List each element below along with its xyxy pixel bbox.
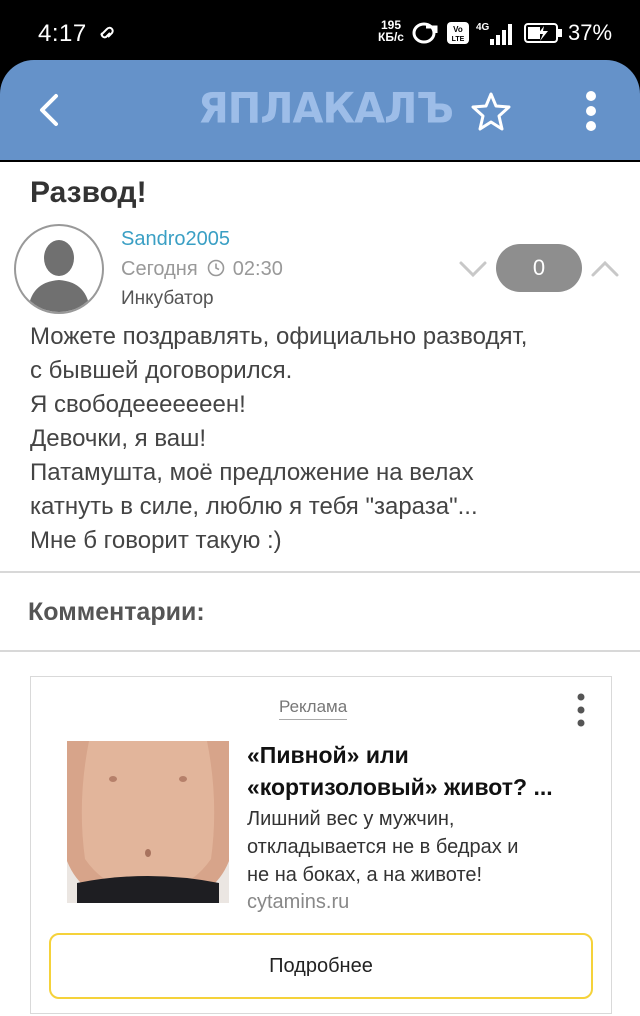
post-time: 02:30	[232, 258, 283, 280]
ad-headline-line: «кортизоловый» живот? ...	[247, 774, 553, 800]
ad-text-line: Лишний вес у мужчин,	[247, 808, 455, 830]
ad-belly-image	[67, 741, 229, 903]
post-line: с бывшей договорился.	[30, 357, 293, 384]
site-logo: ЯПЛАКАЛЪ	[198, 84, 454, 134]
post-line: Можете поздравлять, официально разводят,	[30, 323, 528, 350]
avatar[interactable]	[14, 224, 104, 314]
post-date-day: Сегодня	[121, 258, 198, 280]
author-name[interactable]: Sandro2005	[121, 228, 230, 251]
status-time: 4:17	[38, 20, 87, 47]
author-rank: Инкубатор	[121, 288, 214, 309]
volte-icon: Vo LTE	[447, 22, 469, 44]
ad-text-line: откладывается не в бедрах и	[247, 836, 519, 858]
star-icon[interactable]	[470, 90, 512, 132]
divider	[0, 650, 640, 652]
svg-text:4G: 4G	[476, 22, 490, 33]
ad-text-line: не на боках, а на животе!	[247, 864, 483, 886]
hotspot-icon	[412, 22, 438, 44]
speed-unit: КБ/с	[378, 30, 404, 44]
back-arrow-icon[interactable]	[30, 88, 70, 132]
post-line: Патамушта, моё предложение на велах	[30, 459, 474, 486]
divider	[0, 571, 640, 573]
battery-percent: 37%	[568, 20, 613, 45]
ad-headline[interactable]: «Пивной» или «кортизоловый» живот? ...	[247, 739, 597, 803]
clock-icon	[207, 259, 225, 277]
link-icon	[100, 26, 114, 39]
comments-title: Комментарии:	[28, 598, 205, 626]
user-silhouette-icon	[28, 240, 90, 312]
signal-icon: 4G	[476, 22, 512, 45]
battery-icon	[524, 23, 562, 43]
ad-image[interactable]	[67, 741, 229, 903]
post-title: Развод!	[30, 176, 147, 209]
vote-down-chevron-icon[interactable]	[456, 256, 490, 282]
post-line: Я свободееееееен!	[30, 391, 246, 418]
ad-domain[interactable]: cytamins.ru	[247, 891, 349, 914]
svg-text:Vo: Vo	[453, 25, 463, 34]
post-line: Мне б говорит такую :)	[30, 527, 282, 554]
svg-text:LTE: LTE	[452, 36, 465, 43]
post-line: катнуть в силе, люблю я тебя "зараза"...	[30, 493, 478, 520]
post-line: Девочки, я ваш!	[30, 425, 207, 452]
ad-more-icon[interactable]	[571, 691, 591, 731]
ad-label: Реклама	[279, 697, 348, 720]
ad-description: Лишний вес у мужчин, откладывается не в …	[247, 805, 597, 889]
ad-headline-line: «Пивной» или	[247, 742, 409, 768]
network-speed: 195 КБ/с	[378, 19, 404, 43]
ad-card: Реклама «Пивной» или «кортизоловый» живо…	[30, 676, 612, 1014]
app-bar: ЯПЛАКАЛЪ	[0, 60, 640, 160]
more-vert-icon[interactable]	[576, 88, 606, 134]
rating-badge: 0	[496, 244, 582, 292]
vote-up-chevron-icon[interactable]	[588, 256, 622, 282]
post-body: Можете поздравлять, официально разводят,…	[30, 320, 620, 558]
post-date: Сегодня 02:30	[121, 258, 283, 281]
more-details-button[interactable]: Подробнее	[49, 933, 593, 999]
